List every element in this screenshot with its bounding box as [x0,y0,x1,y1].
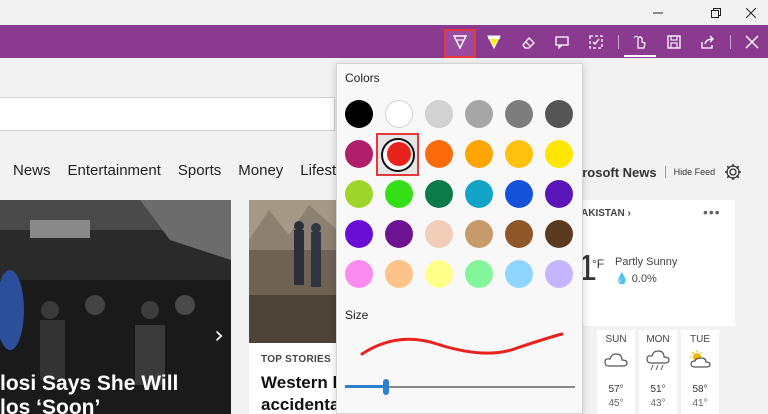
story-headline-line2: accidentall [261,395,337,414]
feed-divider [664,166,666,178]
pen-options-flyout: Colors Size [336,63,583,414]
weather-condition: Partly Sunny [615,256,678,268]
partly-sunny-icon [690,350,711,368]
color-swatch[interactable] [385,100,413,128]
story-photo [249,200,337,343]
color-swatch[interactable] [385,180,413,208]
color-swatch[interactable] [345,140,373,168]
stroke-preview [360,332,564,356]
toolbar-separator [618,35,619,49]
precipitation-value: 0.0% [631,273,657,285]
color-swatch[interactable] [425,100,453,128]
forecast-high: 57° [608,384,624,395]
search-input[interactable] [0,97,335,131]
color-swatch[interactable] [505,220,533,248]
hero-headline-line1: losi Says She Will [0,372,179,395]
color-swatch[interactable] [345,180,373,208]
color-swatch[interactable] [465,140,493,168]
more-options-icon[interactable]: ••• [703,204,721,220]
touch-writing-active-indicator [624,55,656,57]
forecast-high: 51° [650,384,666,395]
color-swatch[interactable] [465,180,493,208]
share-icon[interactable] [692,25,724,58]
color-swatch[interactable] [465,100,493,128]
news-nav: News Entertainment Sports Money Lifestyl… [13,162,355,182]
color-swatch[interactable] [545,100,573,128]
color-swatch[interactable] [505,140,533,168]
feed-header: crosoft News Hide Feed [575,162,742,182]
size-slider-thumb[interactable] [383,379,390,395]
add-note-icon[interactable] [546,25,578,58]
forecast-low: 41° [692,398,708,409]
color-swatch[interactable] [545,180,573,208]
clip-icon[interactable] [580,25,612,58]
cloudy-icon [604,353,628,367]
size-heading: Size [345,308,369,322]
toolbar-separator [730,35,731,49]
precipitation: 💧 0.0% [615,272,657,285]
forecast-day-name: TUE [690,334,710,345]
save-icon[interactable] [658,25,690,58]
nav-item-entertainment[interactable]: Entertainment [68,162,161,182]
color-swatch[interactable] [385,260,413,288]
color-swatch[interactable] [465,260,493,288]
gear-icon[interactable] [724,163,742,181]
forecast-day-name: SUN [605,334,627,345]
color-swatch[interactable] [545,220,573,248]
color-swatch[interactable] [345,260,373,288]
color-swatch[interactable] [465,220,493,248]
story-headline-line1: Western le [261,373,337,392]
color-swatch[interactable] [425,220,453,248]
minimize-icon[interactable] [641,0,675,25]
colors-heading: Colors [345,71,380,85]
nav-item-news[interactable]: News [13,162,51,182]
raindrop-icon: 💧 [615,273,629,285]
color-swatch[interactable] [505,180,533,208]
hide-feed-link[interactable]: Hide Feed [674,167,716,177]
eraser-icon[interactable] [512,25,544,58]
forecast-day[interactable]: MON 51° 43° [639,330,677,414]
color-swatch[interactable] [545,260,573,288]
color-swatch[interactable] [387,142,411,166]
hero-headline-line2: los ‘Soon’ [0,396,101,414]
top-story-card[interactable]: TOP STORIES Western le accidentall [249,200,337,414]
highlighter-icon[interactable] [478,25,510,58]
forecast-day[interactable]: SUN 57° 45° [597,330,635,414]
forecast-day-name: MON [646,334,670,345]
story-category: TOP STORIES [261,354,331,365]
weather-location[interactable]: AKISTAN › [581,208,631,219]
color-swatch[interactable] [385,220,413,248]
feed-source: crosoft News [575,164,657,180]
color-swatch[interactable] [425,140,453,168]
forecast-low: 43° [650,398,666,409]
forecast-low: 45° [608,398,624,409]
size-slider-fill [345,385,387,388]
browser-window: News Entertainment Sports Money Lifestyl… [0,0,768,414]
color-swatch[interactable] [505,100,533,128]
forecast-high: 58° [692,384,708,395]
rain-icon [646,350,670,371]
color-swatch[interactable] [505,260,533,288]
exit-icon[interactable] [736,25,768,58]
close-icon[interactable] [734,0,768,25]
story-headline[interactable]: Western le accidentall [261,372,337,414]
carousel-next-icon[interactable]: › [208,321,230,349]
ballpoint-pen-icon[interactable] [444,25,476,58]
color-swatch[interactable] [345,220,373,248]
forecast-day[interactable]: TUE 58° 41° [681,330,719,414]
restore-icon[interactable] [699,0,733,25]
color-swatch[interactable] [425,260,453,288]
touch-writing-icon[interactable] [624,25,656,58]
nav-item-money[interactable]: Money [238,162,283,182]
weather-card[interactable]: AKISTAN › ••• 1 °F Partly Sunny 💧 0.0% S… [575,200,735,414]
nav-item-sports[interactable]: Sports [178,162,221,182]
title-bar [0,0,768,25]
color-swatch[interactable] [545,140,573,168]
color-swatch[interactable] [345,100,373,128]
color-swatch[interactable] [425,180,453,208]
temperature-unit: °F [592,257,605,271]
